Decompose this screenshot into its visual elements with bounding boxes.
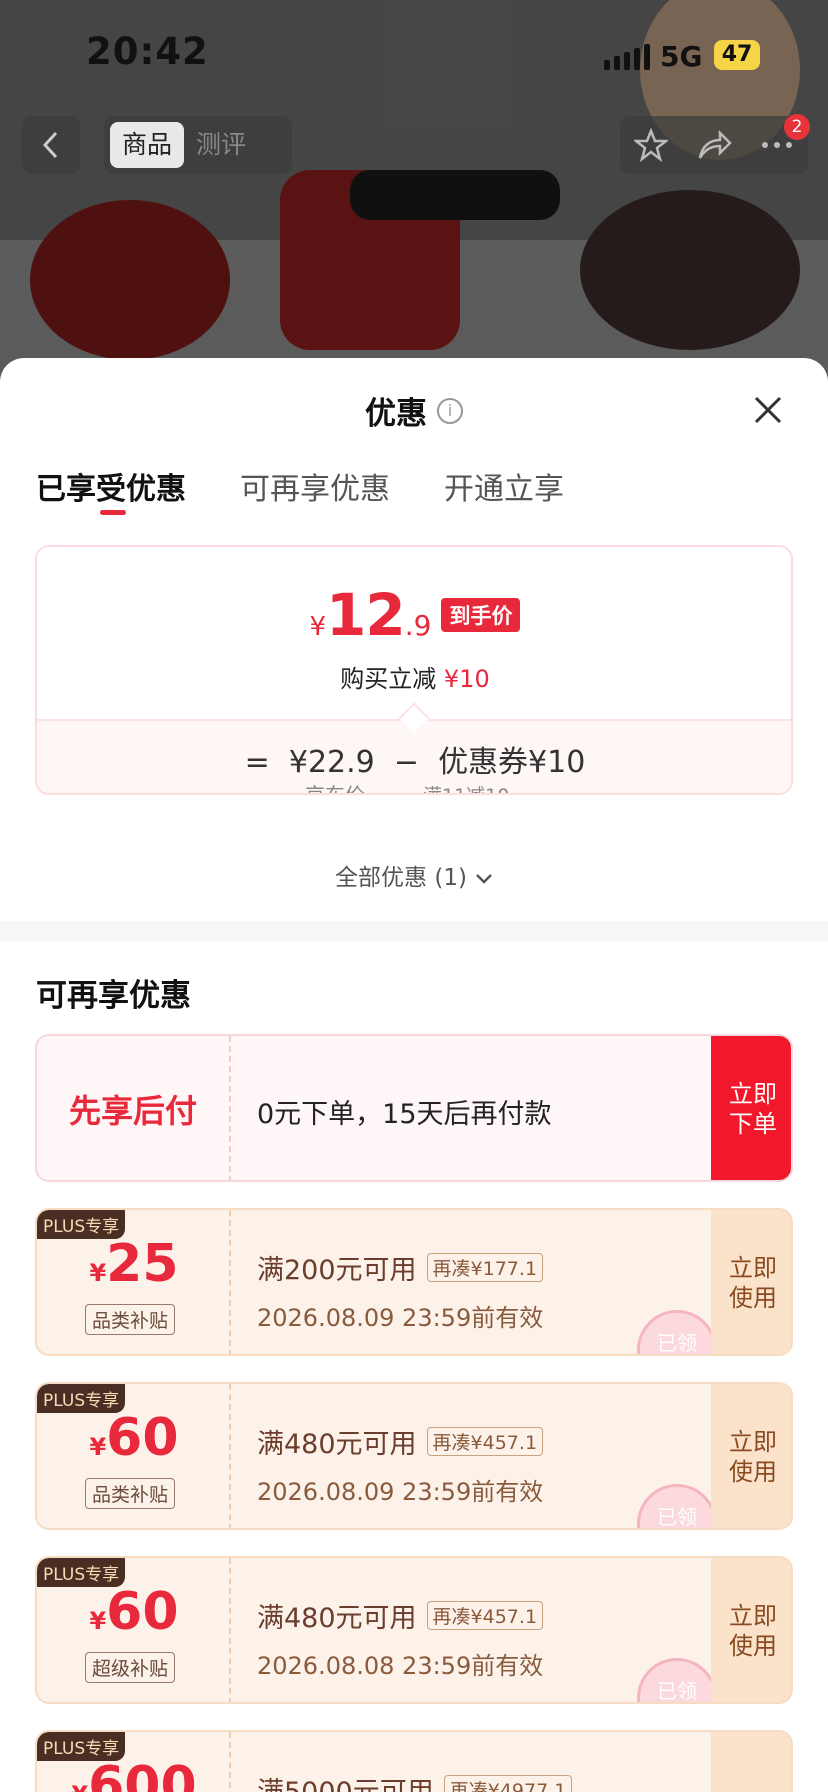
order-now-label: 立即下单	[729, 1080, 777, 1138]
all-discounts-label: 全部优惠 (1)	[335, 865, 467, 891]
pay-later-desc: 0元下单，15天后再付款	[257, 1099, 552, 1130]
coupon-threshold: 满200元可用	[257, 1255, 417, 1286]
coupon-currency: ¥	[89, 1607, 107, 1635]
coupon-kind: 超级补贴	[85, 1652, 176, 1683]
close-icon[interactable]	[752, 394, 784, 426]
coupon-amount: ¥60	[37, 1582, 231, 1642]
status-time: 20:42	[86, 30, 209, 73]
discount-tabs: 已享受优惠 可再享优惠 开通立享	[36, 464, 564, 515]
coupon-value: 600	[88, 1756, 197, 1792]
top-nav: 商品 测评 2	[0, 114, 828, 178]
coupon-card: PLUS专享 ¥25 品类补贴 满200元可用 再凑¥177.1 2026.08.…	[35, 1208, 793, 1356]
coupon-need: 再凑¥177.1	[426, 1253, 544, 1282]
final-price: ¥12.9 到手价	[37, 581, 791, 649]
coupon-validity: 2026.08.09 23:59前有效	[257, 1304, 544, 1332]
price-summary-card: ¥12.9 到手价 购买立减 ¥10 = ¥22.9 − 优惠券¥10 京东价 满…	[35, 545, 793, 795]
info-icon[interactable]: i	[437, 397, 463, 424]
coupon-validity: 2026.08.09 23:59前有效	[257, 1478, 544, 1506]
tab-enjoyed[interactable]: 已享受优惠	[36, 464, 186, 515]
coupon-threshold: 满5000元可用	[257, 1777, 434, 1792]
use-now-button[interactable]: 立即使用	[711, 1210, 791, 1354]
jd-price: ¥22.9	[288, 745, 375, 780]
coupon-currency: ¥	[89, 1259, 107, 1287]
equals-sign: =	[244, 745, 270, 780]
coupon-value: 60	[106, 1582, 179, 1642]
coupon-currency: ¥	[89, 1433, 107, 1461]
currency-symbol: ¥	[309, 612, 327, 642]
order-now-button[interactable]: 立即下单	[711, 1036, 791, 1180]
cart-badge: 2	[784, 114, 810, 140]
coupon-amount: ¥600	[37, 1756, 231, 1792]
price-tag: 到手价	[441, 598, 521, 632]
coupon-amount: 优惠券¥10	[438, 745, 586, 780]
use-now-button[interactable]: 立即使用	[711, 1558, 791, 1702]
coupon-threshold: 满480元可用	[257, 1603, 417, 1634]
tab-product[interactable]: 商品	[110, 122, 185, 168]
coupon-amount: ¥60	[37, 1408, 231, 1468]
use-now-label: 立即使用	[729, 1602, 777, 1660]
pay-later-card: 先享后付 0元下单，15天后再付款 立即下单	[35, 1034, 793, 1182]
claimed-stamp: 已领	[637, 1484, 717, 1528]
chevron-down-icon	[476, 873, 492, 884]
status-bar: 20:42 5G 47	[0, 0, 828, 100]
tab-review[interactable]: 测评	[184, 122, 258, 168]
minus-sign: −	[393, 745, 419, 780]
star-icon[interactable]	[634, 128, 668, 162]
discount-amount: ¥10	[443, 665, 490, 693]
coupon-condition: 满480元可用 再凑¥457.1	[257, 1596, 544, 1635]
sheet-title: 优惠	[365, 396, 427, 432]
share-icon[interactable]	[696, 128, 732, 162]
discount-line: 购买立减 ¥10	[37, 659, 791, 694]
signal-icon	[604, 44, 650, 70]
sheet-header: 优惠 i	[0, 388, 828, 433]
network-type: 5G	[660, 40, 703, 73]
coupon-condition: 满200元可用 再凑¥177.1	[257, 1248, 544, 1287]
coupon-condition: 满5000元可用再凑¥4977.1	[257, 1770, 573, 1792]
use-now-label: 立即使用	[729, 1428, 777, 1486]
battery-icon: 47	[714, 40, 760, 70]
price-decimal: .9	[404, 609, 432, 642]
discount-prefix: 购买立减	[340, 665, 437, 693]
coupon-validity: 2026.08.08 23:59前有效	[257, 1652, 544, 1680]
discount-sheet: 优惠 i 已享受优惠 可再享优惠 开通立享 ¥12.9 到手价 购买立减 ¥10 =…	[0, 358, 828, 1792]
coupon-need: 再凑¥4977.1	[443, 1775, 573, 1792]
coupon-card: PLUS专享 ¥60 超级补贴 满480元可用 再凑¥457.1 2026.08.…	[35, 1556, 793, 1704]
price-formula: = ¥22.9 − 优惠券¥10	[37, 737, 791, 781]
coupon-value: 60	[106, 1408, 179, 1468]
all-discounts-toggle[interactable]: 全部优惠 (1)	[0, 858, 828, 892]
coupon-kind: 品类补贴	[85, 1478, 176, 1509]
more-icon[interactable]	[760, 140, 794, 150]
use-now-button[interactable]: 立即使用	[711, 1384, 791, 1528]
coupon-condition: 满480元可用 再凑¥457.1	[257, 1422, 544, 1461]
section-title: 可再享优惠	[36, 978, 191, 1014]
back-button[interactable]	[22, 116, 80, 174]
divider-band	[0, 921, 828, 941]
claimed-stamp: 已领	[637, 1658, 717, 1702]
tab-more[interactable]: 可再享优惠	[240, 464, 390, 514]
coupon-card: PLUS专享 ¥600 满5000元可用再凑¥4977.1	[35, 1730, 793, 1792]
use-now-label: 立即使用	[729, 1254, 777, 1312]
nav-tools	[620, 116, 808, 174]
coupon-currency: ¥	[71, 1781, 88, 1792]
coupon-rule: 满11减10	[423, 781, 509, 793]
coupon-threshold: 满480元可用	[257, 1429, 417, 1460]
product-tab-switch: 商品 测评	[104, 116, 292, 174]
coupon-amount: ¥25	[37, 1234, 231, 1294]
use-now-button[interactable]	[711, 1732, 791, 1792]
coupon-value: 25	[106, 1234, 179, 1294]
chevron-left-icon	[42, 131, 58, 159]
price-integer: 12	[326, 581, 406, 649]
tab-activate[interactable]: 开通立享	[444, 464, 564, 514]
coupon-card: PLUS专享 ¥60 品类补贴 满480元可用 再凑¥457.1 2026.08.…	[35, 1382, 793, 1530]
coupon-need: 再凑¥457.1	[426, 1601, 544, 1630]
jd-price-label: 京东价	[305, 783, 365, 795]
pay-later-title: 先享后付	[37, 1036, 231, 1180]
coupon-kind: 品类补贴	[85, 1304, 176, 1335]
coupon-need: 再凑¥457.1	[426, 1427, 544, 1456]
claimed-stamp: 已领	[637, 1310, 717, 1354]
